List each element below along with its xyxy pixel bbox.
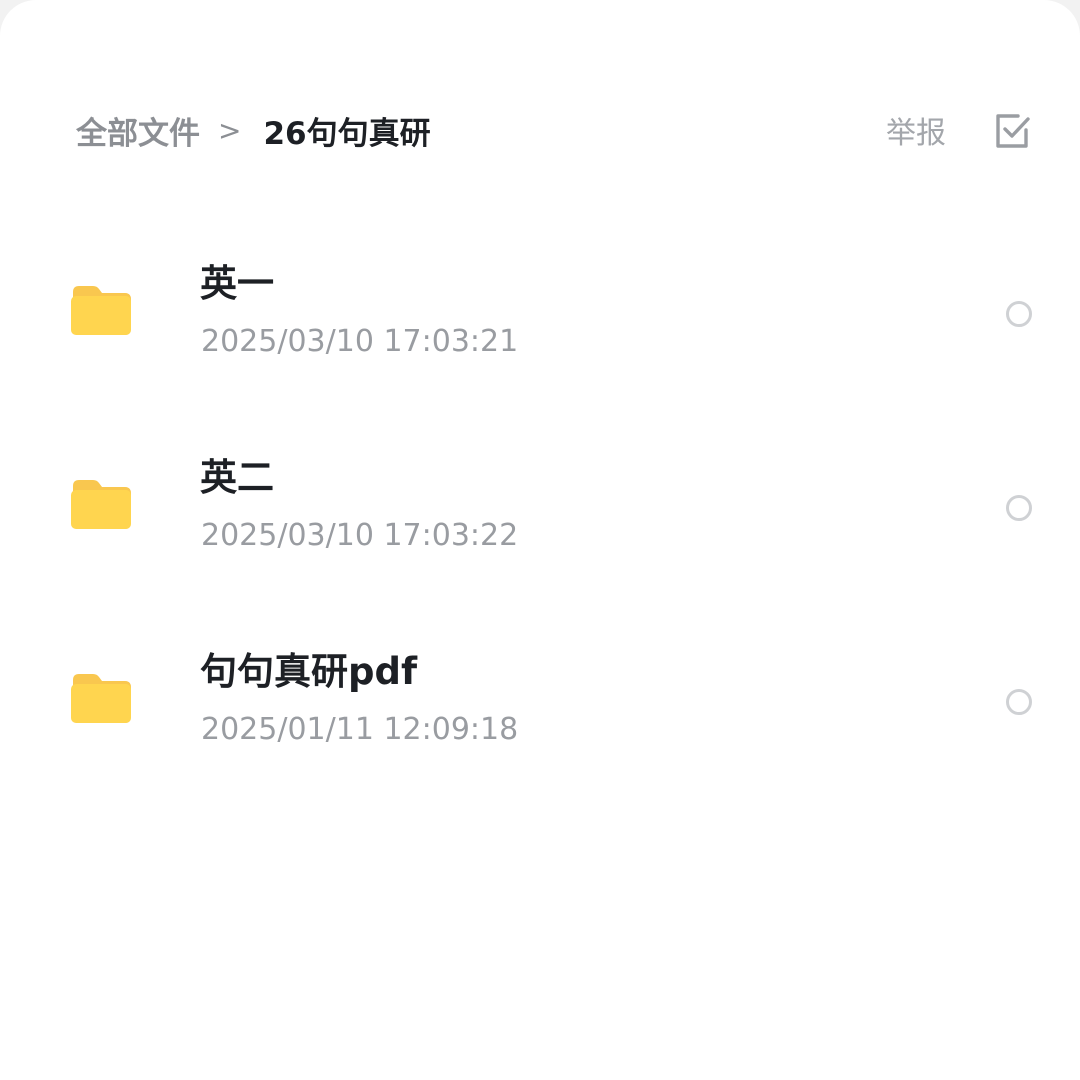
breadcrumb-separator: > — [218, 113, 242, 147]
file-browser-sheet: 全部文件 > 26句句真研 举报 英一 2025/03/10 17:03:21 — [0, 0, 1080, 1080]
file-modified-time: 2025/01/11 12:09:18 — [201, 712, 519, 747]
select-radio[interactable] — [1006, 301, 1032, 327]
file-name: 英一 — [200, 262, 274, 305]
report-button[interactable]: 举报 — [886, 96, 946, 164]
folder-icon — [71, 286, 131, 335]
file-row[interactable]: 英二 2025/03/10 17:03:22 — [0, 432, 1080, 626]
select-radio[interactable] — [1006, 689, 1032, 715]
checkbox-checked-icon — [996, 114, 1030, 148]
file-row[interactable]: 句句真研pdf 2025/01/11 12:09:18 — [0, 626, 1080, 820]
folder-icon — [71, 480, 131, 529]
multi-select-button[interactable] — [992, 110, 1034, 152]
breadcrumb-current-folder: 26句句真研 — [263, 115, 431, 152]
select-radio[interactable] — [1006, 495, 1032, 521]
breadcrumb: 全部文件 > 26句句真研 — [76, 96, 431, 164]
file-name: 英二 — [200, 456, 274, 499]
folder-icon — [71, 674, 131, 723]
header-bar: 全部文件 > 26句句真研 举报 — [0, 96, 1080, 164]
breadcrumb-root-link[interactable]: 全部文件 — [76, 108, 200, 153]
file-name: 句句真研pdf — [200, 650, 418, 693]
file-modified-time: 2025/03/10 17:03:21 — [201, 324, 519, 359]
file-modified-time: 2025/03/10 17:03:22 — [201, 518, 519, 553]
file-row[interactable]: 英一 2025/03/10 17:03:21 — [0, 238, 1080, 432]
file-list: 英一 2025/03/10 17:03:21 英二 2025/03/10 17:… — [0, 238, 1080, 820]
